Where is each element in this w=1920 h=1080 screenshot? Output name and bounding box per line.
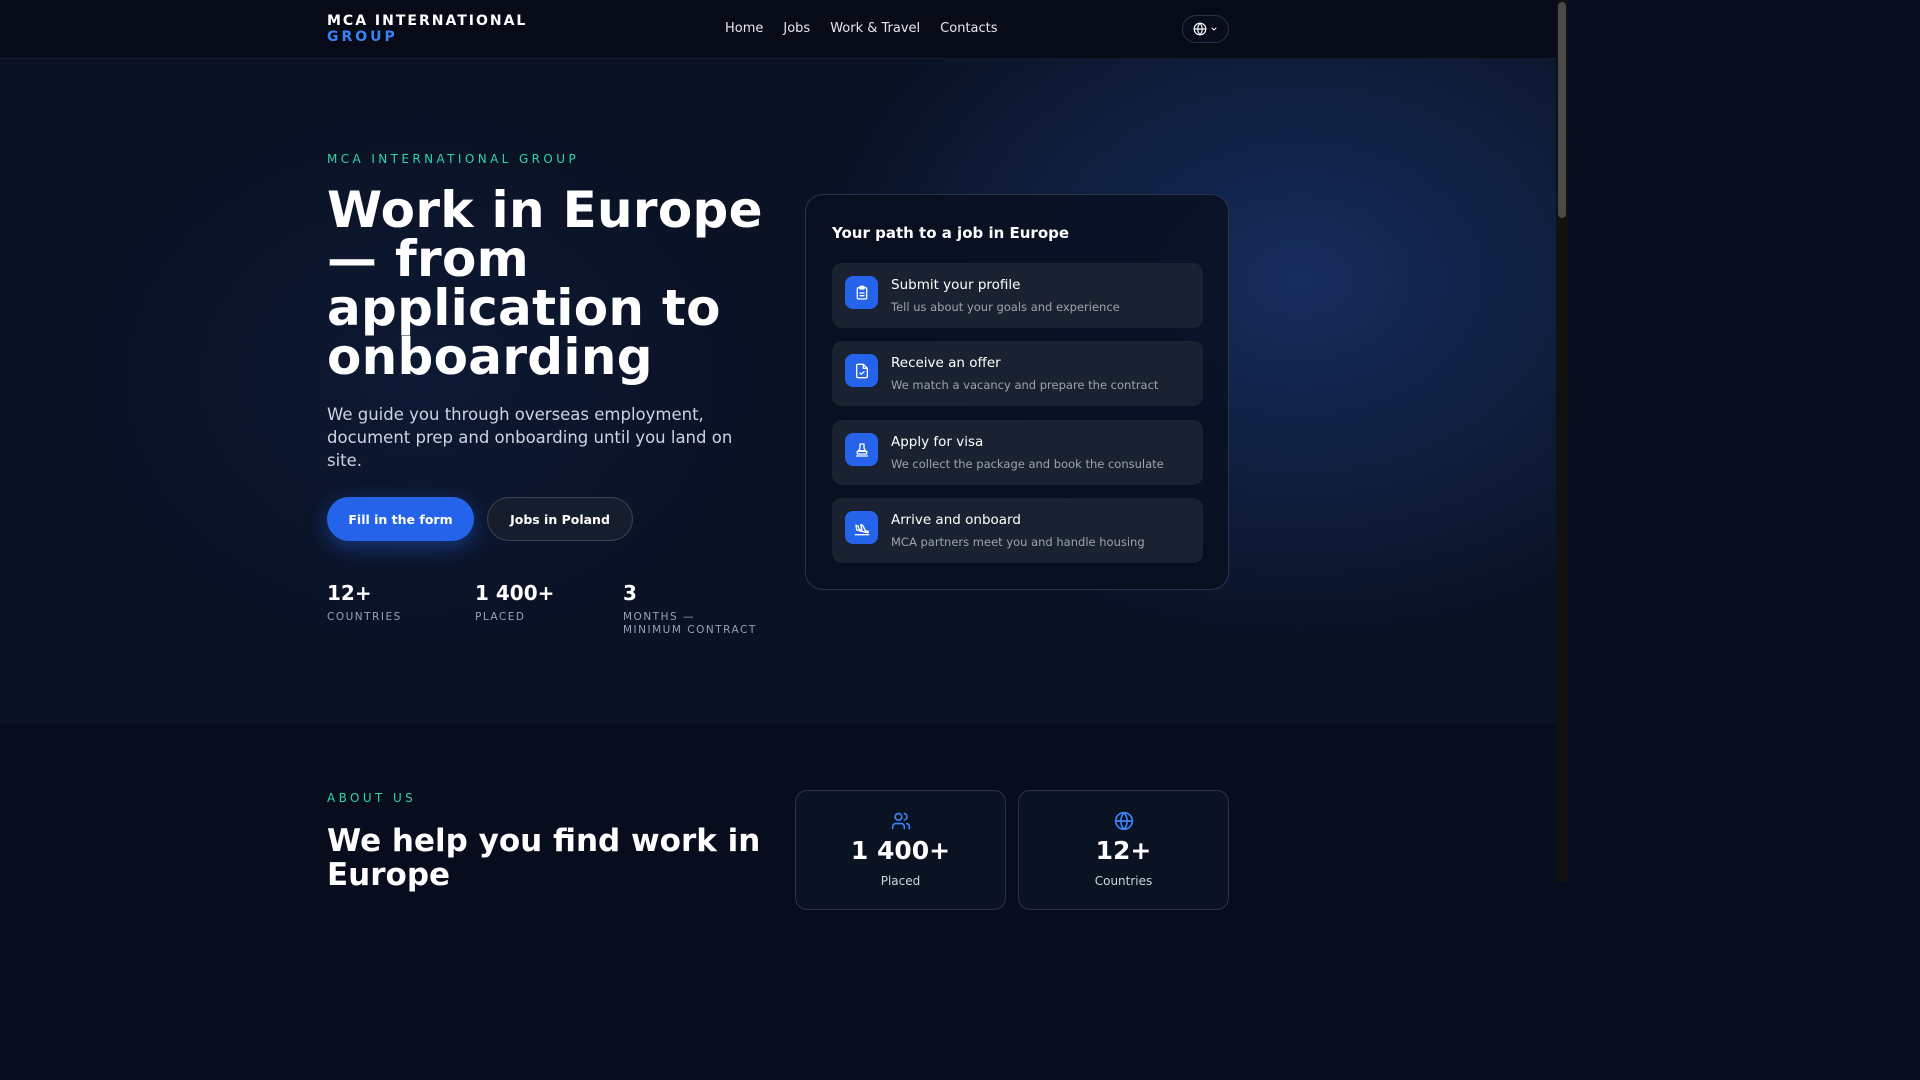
stamp-icon [845, 433, 878, 466]
step-desc: We match a vacancy and prepare the contr… [891, 378, 1159, 392]
about-card-value: 12+ [1095, 836, 1152, 865]
steps-title: Your path to a job in Europe [832, 224, 1070, 242]
globe-icon [1193, 22, 1207, 36]
about-card-label: Placed [880, 874, 921, 888]
about-title: We help you find work in Europe [327, 823, 761, 893]
hero-title: Work in Europe — from application to onb… [327, 181, 763, 386]
step-item: Apply for visa We collect the package an… [832, 420, 1203, 485]
logo-line-2: GROUP [327, 29, 398, 45]
step-desc: Tell us about your goals and experience [891, 300, 1120, 314]
document-check-icon [845, 354, 878, 387]
hero-subtitle: We guide you through overseas employment… [327, 405, 733, 470]
nav-contacts[interactable]: Contacts [940, 21, 997, 36]
page-scrollbar[interactable] [1556, 0, 1568, 882]
users-icon [796, 811, 1005, 831]
stat-countries: 12+ COUNTRIES [327, 582, 402, 624]
step-desc: We collect the package and book the cons… [891, 457, 1164, 471]
steps-card: Your path to a job in Europe Submit your… [805, 194, 1229, 590]
stat-placed: 1 400+ PLACED [475, 582, 554, 624]
logo[interactable]: MCA INTERNATIONAL GROUP [327, 13, 527, 45]
clipboard-icon [845, 276, 878, 309]
jobs-in-poland-button[interactable]: Jobs in Poland [487, 497, 633, 541]
stat-min-contract: 3 MONTHS — MINIMUM CONTRACT [623, 582, 758, 637]
language-selector[interactable] [1182, 15, 1229, 43]
logo-line-1: MCA INTERNATIONAL [327, 13, 528, 29]
about-card-countries: 12+ Countries [1018, 790, 1229, 910]
about-card-value: 1 400+ [850, 836, 951, 865]
stat-value: 1 400+ [475, 581, 555, 605]
step-title: Apply for visa [891, 434, 984, 450]
stat-label: PLACED [475, 611, 526, 623]
nav-home[interactable]: Home [725, 21, 763, 36]
step-item: Arrive and onboard MCA partners meet you… [832, 498, 1203, 563]
scrollbar-thumb[interactable] [1558, 2, 1566, 218]
nav-jobs[interactable]: Jobs [783, 21, 810, 36]
plane-landing-icon [845, 511, 878, 544]
hero-eyebrow: MCA INTERNATIONAL GROUP [327, 152, 580, 166]
stat-value: 12+ [327, 581, 372, 605]
stat-value: 3 [623, 581, 637, 605]
fill-form-button[interactable]: Fill in the form [327, 497, 474, 541]
step-item: Submit your profile Tell us about your g… [832, 263, 1203, 328]
step-title: Submit your profile [891, 277, 1021, 293]
nav-work-travel[interactable]: Work & Travel [830, 21, 920, 36]
stat-label: COUNTRIES [327, 611, 402, 623]
chevron-down-icon [1211, 27, 1217, 31]
step-title: Arrive and onboard [891, 512, 1021, 528]
about-eyebrow: ABOUT US [327, 791, 417, 805]
hero-section [0, 59, 1556, 724]
about-card-label: Countries [1094, 874, 1153, 888]
step-desc: MCA partners meet you and handle housing [891, 535, 1145, 549]
step-item: Receive an offer We match a vacancy and … [832, 341, 1203, 406]
stat-label: MONTHS — MINIMUM CONTRACT [623, 611, 757, 636]
about-card-placed: 1 400+ Placed [795, 790, 1006, 910]
site-header: MCA INTERNATIONAL GROUP Home Jobs Work &… [0, 0, 1556, 59]
step-title: Receive an offer [891, 355, 1001, 371]
main-nav: Home Jobs Work & Travel Contacts [725, 21, 998, 36]
globe-icon [1019, 811, 1228, 831]
